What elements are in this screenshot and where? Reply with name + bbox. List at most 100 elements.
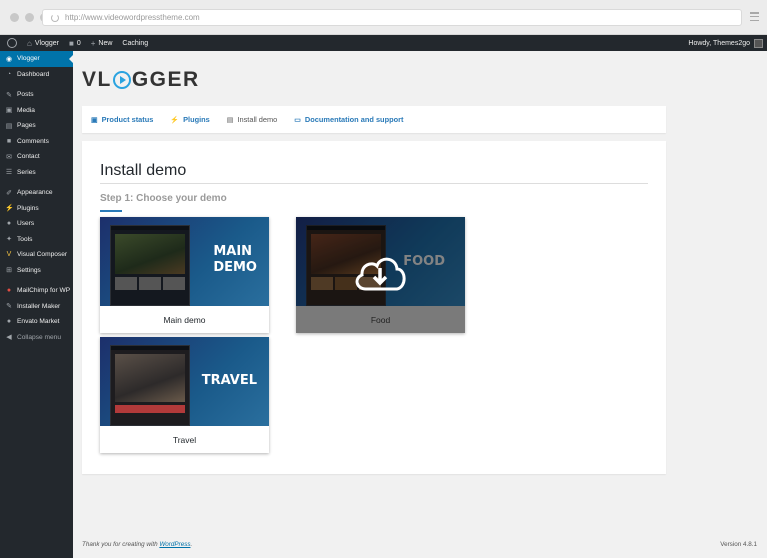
- caching-label: Caching: [122, 39, 149, 47]
- wp-logo-menu[interactable]: [0, 35, 22, 51]
- envato-icon: ●: [6, 318, 12, 326]
- tab-documentation[interactable]: ▭ Documentation and support: [294, 115, 403, 124]
- sidebar-item-installer-maker[interactable]: ✎ Installer Maker: [0, 299, 73, 315]
- sidebar-item-label: Media: [17, 106, 35, 114]
- minimize-window-icon[interactable]: [25, 13, 34, 22]
- mail-icon: ✉: [6, 153, 12, 161]
- sidebar-item-settings[interactable]: ⊞ Settings: [0, 263, 73, 279]
- close-window-icon[interactable]: [10, 13, 19, 22]
- tab-label: Documentation and support: [304, 115, 404, 124]
- sidebar-item-envato-market[interactable]: ● Envato Market: [0, 314, 73, 330]
- plug-icon: ⚡: [170, 116, 180, 124]
- sidebar-item-label: Series: [17, 168, 36, 176]
- address-bar[interactable]: http://www.videowordpresstheme.com: [42, 9, 742, 26]
- tab-label: Plugins: [183, 115, 210, 124]
- sidebar-item-vlogger[interactable]: ◉ Vlogger: [0, 51, 73, 67]
- sidebar-item-label: Settings: [17, 266, 41, 274]
- demo-card-main[interactable]: MAIN DEMO Main demo: [100, 217, 269, 333]
- sidebar-item-comments[interactable]: ■ Comments: [0, 134, 73, 150]
- docs-icon: ▭: [294, 116, 301, 124]
- new-label: New: [98, 39, 113, 47]
- tab-product-status[interactable]: ▣ Product status: [91, 115, 153, 124]
- sidebar-item-visual-composer[interactable]: V Visual Composer: [0, 247, 73, 263]
- theme-tabs: ▣ Product status ⚡ Plugins ▤ Install demo ▭…: [82, 106, 666, 133]
- sidebar-item-series[interactable]: ☰ Series: [0, 165, 73, 181]
- tab-label: Install demo: [237, 115, 278, 124]
- sidebar-item-label: Envato Market: [17, 318, 60, 326]
- logo-text-suffix: GGER: [131, 68, 200, 91]
- demo-screenshot: [110, 345, 190, 426]
- sidebar-item-dashboard[interactable]: ◔ Dashboard: [0, 67, 73, 83]
- admin-sidebar: ◉ Vlogger ◔ Dashboard ✎ Posts ▣ Media ▤ Pages…: [0, 51, 73, 558]
- sidebar-item-label: Vlogger: [17, 55, 40, 63]
- account-menu[interactable]: Howdy, Themes2go: [688, 38, 767, 48]
- demo-screenshot: [110, 225, 190, 306]
- sidebar-item-appearance[interactable]: ✐ Appearance: [0, 185, 73, 201]
- plus-icon: +: [90, 38, 96, 48]
- demo-thumbnail: MAIN DEMO: [100, 217, 269, 306]
- demo-label: Main demo: [163, 314, 206, 325]
- brush-icon: ✐: [6, 189, 12, 197]
- demo-word-food: FOOD: [403, 254, 445, 269]
- new-content-menu[interactable]: + New: [86, 35, 118, 51]
- sidebar-item-plugins[interactable]: ⚡ Plugins: [0, 201, 73, 217]
- sidebar-item-label: Users: [17, 220, 35, 228]
- logo-text-prefix: VL: [82, 68, 112, 91]
- sidebar-item-mailchimp[interactable]: ● MailChimp for WP: [0, 283, 73, 299]
- play-circle-icon: ◉: [5, 55, 13, 63]
- demo-card-food[interactable]: FOOD Food: [296, 217, 465, 333]
- sidebar-item-label: Tools: [17, 235, 33, 243]
- tab-plugins[interactable]: ⚡ Plugins: [170, 115, 209, 124]
- title-divider: [100, 183, 648, 184]
- sidebar-item-label: Pages: [17, 122, 36, 130]
- sidebar-item-label: Dashboard: [17, 70, 50, 78]
- collapse-menu-button[interactable]: ◀ Collapse menu: [0, 330, 73, 346]
- comment-count: 0: [76, 39, 81, 47]
- wordpress-link[interactable]: WordPress: [159, 541, 190, 548]
- sidebar-item-media[interactable]: ▣ Media: [0, 103, 73, 119]
- reload-icon[interactable]: [51, 13, 59, 22]
- sidebar-item-label: Plugins: [17, 204, 39, 212]
- sidebar-item-label: Visual Composer: [17, 251, 68, 259]
- demo-thumbnail: TRAVEL: [100, 337, 269, 426]
- step-label: Step 1: Choose your demo: [100, 193, 227, 204]
- sidebar-item-posts[interactable]: ✎ Posts: [0, 87, 73, 103]
- browser-toolbar: http://www.videowordpresstheme.com: [0, 0, 767, 35]
- demo-label: Food: [296, 306, 465, 333]
- tab-install-demo[interactable]: ▤ Install demo: [227, 115, 277, 124]
- comment-icon: ■: [68, 38, 74, 48]
- comment-icon: ■: [6, 137, 12, 145]
- main-content: VL GGER ▣ Product status ⚡ Plugins ▤ Instal…: [73, 51, 767, 558]
- sidebar-item-tools[interactable]: ✦ Tools: [0, 232, 73, 248]
- sidebar-item-label: Contact: [17, 153, 40, 161]
- list-icon: ☰: [5, 169, 13, 177]
- wp-version: Version 4.8.1: [720, 541, 757, 548]
- download-cloud-icon[interactable]: [352, 251, 408, 293]
- site-name: Vlogger: [34, 39, 59, 47]
- demo-word-travel: TRAVEL: [201, 373, 257, 388]
- sidebar-item-label: Appearance: [17, 189, 53, 197]
- pin-icon: ✎: [6, 91, 12, 99]
- browser-menu-icon[interactable]: [750, 12, 759, 21]
- briefcase-icon: ▤: [226, 116, 234, 124]
- home-icon: ⌂: [27, 38, 32, 48]
- installer-icon: ✎: [6, 303, 12, 311]
- caching-menu[interactable]: Caching: [117, 35, 153, 51]
- sidebar-item-label: Collapse menu: [17, 333, 61, 341]
- status-icon: ▣: [91, 116, 98, 124]
- sidebar-item-contact[interactable]: ✉ Contact: [0, 149, 73, 165]
- site-name-menu[interactable]: ⌂ Vlogger: [22, 35, 64, 51]
- settings-icon: ⊞: [6, 267, 12, 275]
- footer-period: .: [190, 541, 193, 548]
- page-title: Install demo: [100, 162, 187, 179]
- wordpress-icon: [7, 38, 17, 48]
- collapse-icon: ◀: [6, 334, 12, 342]
- demo-card-travel[interactable]: TRAVEL Travel: [100, 337, 269, 453]
- sidebar-item-pages[interactable]: ▤ Pages: [0, 118, 73, 134]
- sidebar-item-users[interactable]: ● Users: [0, 216, 73, 232]
- comments-menu[interactable]: ■ 0: [64, 35, 86, 51]
- play-icon: [112, 71, 131, 89]
- footer-credit: Thank you for creating with WordPress.: [82, 541, 192, 548]
- plug-icon: ⚡: [5, 205, 14, 213]
- url-text[interactable]: http://www.videowordpresstheme.com: [65, 13, 200, 22]
